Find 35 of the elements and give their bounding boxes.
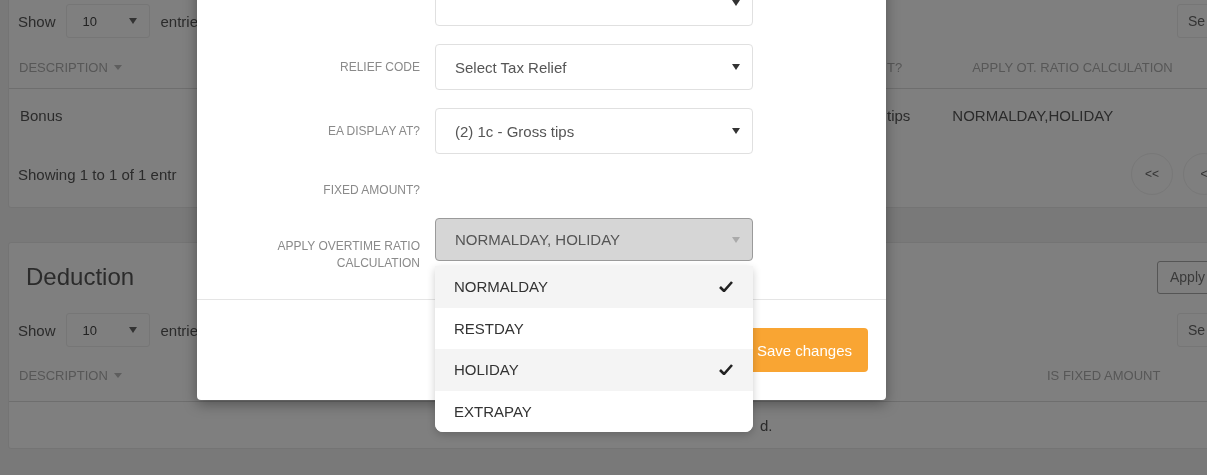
table-cell: Bonus xyxy=(20,106,63,124)
select-field[interactable]: Select Tax Relief xyxy=(435,44,753,90)
sort-icon xyxy=(113,372,122,378)
table-cell: tips xyxy=(887,106,911,124)
dropdown-option[interactable]: RESTDAY xyxy=(435,307,753,349)
dropdown-option[interactable]: NORMALDAY xyxy=(435,266,753,308)
field-label: EA DISPLAY AT? xyxy=(327,122,420,140)
search-field[interactable]: Se xyxy=(1177,313,1207,347)
show-label: Show xyxy=(18,321,56,339)
apply-button[interactable]: Apply xyxy=(1157,260,1207,294)
show-label: Show xyxy=(18,12,56,30)
select-field[interactable]: (2) 1c - Gross tips xyxy=(435,108,753,154)
table-cell: NORMALDAY,HOLIDAY xyxy=(952,106,1114,124)
section-title: Deduction xyxy=(26,263,135,291)
field-label: FIXED AMOUNT? xyxy=(323,182,420,199)
caret-icon xyxy=(732,128,740,134)
dropdown-option[interactable]: EXTRAPAY xyxy=(435,390,753,432)
entries-label: entrie xyxy=(160,321,198,339)
sort-icon xyxy=(113,64,122,70)
entries-select[interactable]: 10 xyxy=(65,313,151,347)
caret-icon xyxy=(129,327,138,333)
multiselect-field[interactable]: NORMALDAY, HOLIDAY xyxy=(435,218,753,261)
entries-select[interactable]: 10 xyxy=(65,4,151,38)
dropdown-option[interactable]: HOLIDAY xyxy=(435,349,753,391)
check-icon xyxy=(719,364,733,376)
check-icon xyxy=(719,281,733,293)
search-field[interactable]: Se xyxy=(1177,4,1207,38)
field-label: RELIEF CODE xyxy=(340,58,420,76)
table-info: Showing 1 to 1 of 1 entr xyxy=(18,165,177,183)
field-label: APPLY OVERTIME RATIO CALCULATION xyxy=(276,238,420,272)
caret-icon xyxy=(732,64,740,70)
caret-icon xyxy=(129,18,138,24)
caret-icon xyxy=(732,0,740,6)
entries-label: entrie xyxy=(160,12,198,30)
empty-message: d. xyxy=(760,416,773,434)
